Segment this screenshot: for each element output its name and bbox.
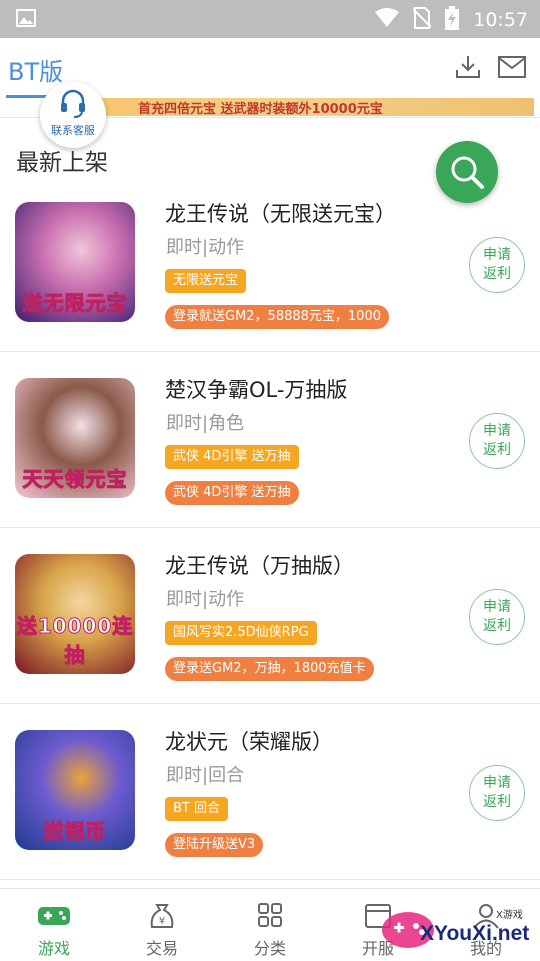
headset-icon [59,89,87,123]
tab-category[interactable]: 分类 [216,889,324,961]
thumbnail-caption: 天天领元宝 [22,467,128,492]
apply-rebate-button[interactable]: 申请 返利 [469,589,525,645]
promo-tag: 登陆升级送V3 [165,833,264,857]
section-title: 最新上架 [16,150,108,176]
image-notification-icon [16,9,36,31]
feature-tag: 武侠 4D引擎 送万抽 [165,445,299,469]
feature-tag: 国风写实2.5D仙侠RPG [165,621,317,645]
tab-bt-version[interactable]: BT版 [8,52,63,87]
game-name: 龙王传说（无限送元宝） [165,202,396,226]
game-name: 龙王传说（万抽版） [165,554,354,578]
game-thumbnail[interactable]: 天天领元宝 [15,378,135,498]
tab-label: 游戏 [37,939,70,958]
tab-label: 交易 [145,939,178,958]
watermark: X游戏 XYouXi.net [378,894,540,960]
tab-trade[interactable]: ¥ 交易 [108,889,216,961]
promo-tag: 登录就送GM2，58888元宝，1000 [165,305,390,329]
feature-tag: BT 回合 [165,797,228,821]
list-item[interactable]: 送10000连抽 龙王传说（万抽版） 即时|动作 国风写实2.5D仙侠RPG 登… [0,528,540,704]
game-genre: 即时|角色 [166,413,245,434]
promo-banner[interactable]: 首充四倍元宝 送武器时装额外10000元宝 [100,98,534,116]
game-name: 龙状元（荣耀版） [165,730,333,754]
rebate-label-line2: 返利 [483,618,511,634]
apply-rebate-button[interactable]: 申请 返利 [469,413,525,469]
rebate-label-line2: 返利 [483,442,511,458]
thumbnail-caption: 送10000连抽 [16,614,134,668]
no-sim-icon [412,7,432,33]
apply-rebate-button[interactable]: 申请 返利 [469,237,525,293]
grid-icon [258,903,282,927]
thumbnail-caption: 送无限元宝 [22,291,128,316]
rebate-label-line1: 申请 [483,423,511,439]
download-icon[interactable] [455,54,481,84]
game-genre: 即时|动作 [166,589,245,610]
money-bag-icon: ¥ [150,904,174,928]
list-item[interactable]: 送无限元宝 龙王传说（无限送元宝） 即时|动作 无限送元宝 登录就送GM2，58… [0,176,540,352]
game-name: 楚汉争霸OL-万抽版 [165,378,348,402]
customer-service-button[interactable]: 联系客服 [40,82,106,148]
watermark-small-text: X游戏 [496,910,523,921]
mail-icon[interactable] [498,56,526,82]
tab-games[interactable]: 游戏 [0,889,108,961]
feature-tag: 无限送元宝 [165,269,247,293]
banner-text: 首充四倍元宝 送武器时装额外10000元宝 [138,102,383,116]
list-item[interactable]: 天天领元宝 楚汉争霸OL-万抽版 即时|角色 武侠 4D引擎 送万抽 武侠 4D… [0,352,540,528]
game-genre: 即时|回合 [166,765,245,786]
rebate-label-line2: 返利 [483,266,511,282]
list-item[interactable]: 送银币 龙状元（荣耀版） 即时|回合 BT 回合 登陆升级送V3 申请返利 [0,704,540,880]
game-genre: 即时|动作 [166,237,245,258]
customer-service-label: 联系客服 [51,124,95,137]
rebate-label-line1: 申请 [483,775,511,791]
game-thumbnail[interactable]: 送银币 [15,730,135,850]
game-thumbnail[interactable]: 送无限元宝 [15,202,135,322]
game-thumbnail[interactable]: 送10000连抽 [15,554,135,674]
watermark-text: XYouXi.net [420,922,530,945]
promo-tag: 登录送GM2，万抽，1800充值卡 [165,657,374,681]
rebate-label-line1: 申请 [483,247,511,263]
promo-tag: 武侠 4D引擎 送万抽 [165,481,299,505]
rebate-label-line2: 返利 [483,794,511,810]
apply-rebate-button[interactable]: 申请 返利 [469,765,525,821]
wifi-icon [375,8,400,32]
status-time: 10:57 [473,9,528,31]
tab-label: 分类 [253,939,286,958]
battery-charging-icon [445,6,460,34]
status-bar: 10:57 [0,0,540,38]
gamepad-icon [38,907,70,925]
svg-text:¥: ¥ [159,916,165,927]
rebate-label-line1: 申请 [483,599,511,615]
thumbnail-caption: 送银币 [43,819,107,844]
